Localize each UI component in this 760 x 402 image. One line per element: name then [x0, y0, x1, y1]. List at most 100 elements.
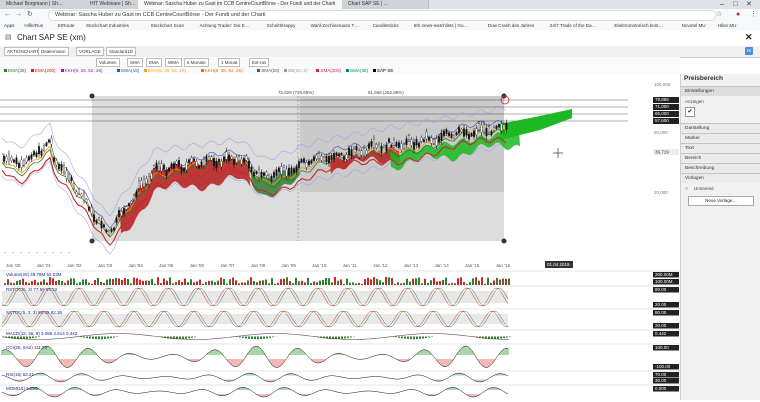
address-input[interactable]: Webinar: Sascha Huber zu Gast im CCB Cen…: [48, 10, 716, 21]
timeframe-button[interactable]: 1 Monat: [218, 58, 240, 67]
timeframe-button[interactable]: Ext-ras: [249, 58, 269, 67]
section-settings[interactable]: Einstellungen: [681, 86, 760, 96]
show-label: Anzeigen: [685, 99, 704, 104]
forward-icon[interactable]: →: [15, 10, 22, 20]
volume-bar: [133, 278, 135, 285]
section-display[interactable]: Darstellung: [681, 123, 760, 133]
indicator-legend[interactable]: KKH(9, 38, 52, 26): [144, 67, 186, 74]
bookmark-item[interactable]: Apps: [4, 21, 14, 30]
section-description[interactable]: Beschreibung: [681, 163, 760, 173]
timeframe-button[interactable]: WMA: [165, 58, 182, 67]
chart-area[interactable]: 72,629 (726.65%)61,558 (292.89%)78,88871…: [0, 74, 680, 400]
section-marker[interactable]: Marker: [681, 133, 760, 143]
timeframe-button[interactable]: EMA: [146, 58, 162, 67]
minimize-icon[interactable]: –: [720, 0, 724, 9]
candle-body: [463, 129, 465, 137]
section-range[interactable]: Bereich: [681, 153, 760, 163]
bookmark-item[interactable]: Achtung Trader: Die E…: [200, 21, 250, 30]
volume-bar: [16, 281, 18, 285]
bookmark-item[interactable]: Hilon MU: [718, 21, 737, 30]
indicator-legend[interactable]: SMA(20): [257, 67, 279, 74]
bookmark-item[interactable]: Stockchart Scan: [151, 21, 184, 30]
volume-bar: [97, 278, 99, 285]
section-templates[interactable]: Vorlagen: [681, 173, 760, 183]
bookmark-item[interactable]: Dow Crash des Jahres: [488, 21, 534, 30]
template-radio-icon[interactable]: ○: [685, 186, 688, 192]
indicator-legend[interactable]: SMA(200): [316, 67, 341, 74]
new-template-button[interactable]: Neue Vorlage…: [688, 196, 754, 206]
indicator-legend[interactable]: BB(20, 2): [284, 67, 307, 74]
indicator-label: SMA(200): [320, 68, 341, 73]
bookmark-item[interactable]: Schnitt/Happy: [267, 21, 296, 30]
close-icon[interactable]: ✕: [745, 31, 753, 43]
volume-bar: [322, 280, 324, 285]
candle-body: [118, 210, 120, 217]
candle-body: [411, 140, 413, 145]
volume-bar: [64, 283, 66, 285]
extension-icon[interactable]: ●: [736, 10, 740, 20]
chart-type-button[interactable]: AKTIONCHART: [4, 47, 42, 56]
candle-body: [93, 215, 95, 222]
template-select[interactable]: Standard1D: [106, 47, 136, 56]
panel-toggle-button[interactable]: Hi: [745, 47, 753, 55]
bookmark-item[interactable]: Stockchart Industries: [86, 21, 129, 30]
browser-tab[interactable]: Michael Borgmann | Sh…: [0, 0, 87, 9]
indicator-legend[interactable]: KKH(9, 38, 52, 26): [201, 67, 243, 74]
candle-body: [381, 146, 383, 153]
volume-bar: [10, 283, 12, 285]
range-annotation: 72,629 (726.65%): [278, 90, 314, 95]
indicator-legend[interactable]: EMA(15): [117, 67, 139, 74]
candle-body: [46, 143, 48, 146]
bookmark-item[interactable]: 24/7 Trade of the Da…: [550, 21, 596, 30]
candle-body: [203, 159, 205, 165]
subpanel-axis-label: 20.00: [655, 323, 667, 328]
show-checkbox[interactable]: ✔: [685, 107, 695, 117]
bookmark-item[interactable]: EIRoute: [58, 21, 75, 30]
close-window-icon[interactable]: ✕: [746, 0, 752, 9]
bookmark-item[interactable]: Elektromotorisch kont…: [614, 21, 663, 30]
candle-body: [506, 123, 508, 129]
price-chart-svg[interactable]: 72,629 (726.65%)61,558 (292.89%)78,88871…: [0, 74, 680, 400]
drawing-tool-icon: ▪: [20, 250, 22, 255]
indicator-legend[interactable]: SMA(38): [346, 67, 368, 74]
macd-histogram-bar: [419, 337, 421, 339]
template-label-button[interactable]: VORLAGE: [76, 47, 104, 56]
bookmark-item[interactable]: Hilfe/Run: [24, 21, 43, 30]
candle-body: [451, 134, 453, 138]
browser-tab[interactable]: Chart SAP SE | …: [342, 0, 429, 9]
volume-bar: [436, 281, 438, 285]
candle-body: [266, 172, 268, 175]
timeframe-button[interactable]: Volumen: [96, 58, 120, 67]
bookmark-item[interactable]: Novotel MU: [682, 21, 706, 30]
candle-body: [66, 171, 68, 179]
candle-body: [423, 140, 425, 142]
browser-tab[interactable]: HIT Webinare | Sh…: [84, 0, 141, 9]
volume-bar: [139, 280, 141, 285]
timeframe-button[interactable]: SMA: [127, 58, 143, 67]
maximize-icon[interactable]: □: [733, 0, 737, 9]
browser-tab-active[interactable]: Webinar: Sascha Huber zu Gast im CCB Cen…: [138, 0, 345, 9]
candle-body: [331, 155, 333, 160]
timeframe-button[interactable]: 6 Monate: [184, 58, 209, 67]
dealer-select[interactable]: Dealermann: [38, 47, 69, 56]
back-icon[interactable]: ←: [4, 10, 11, 20]
candle-body: [136, 192, 138, 197]
candle-body: [113, 228, 115, 231]
candle-body: [81, 194, 83, 197]
star-icon[interactable]: ☆: [716, 10, 722, 20]
volume-bar: [127, 279, 129, 285]
candle-body: [333, 153, 335, 159]
drawing-tool-icon: ▪: [44, 250, 46, 255]
drawing-tool-icon: ▪: [52, 250, 54, 255]
volume-bar: [250, 277, 252, 285]
indicator-legend[interactable]: SAP SE: [373, 67, 394, 74]
candle-body: [83, 193, 85, 200]
candle-body: [61, 164, 63, 170]
section-text[interactable]: Text: [681, 143, 760, 153]
bookmark-item[interactable]: 6th news-watchlists | Gu…: [414, 21, 468, 30]
menu-icon[interactable]: ⋮: [750, 10, 757, 20]
bookmark-item[interactable]: Candlesticks: [373, 21, 399, 30]
reload-icon[interactable]: ↻: [27, 10, 33, 20]
bookmark-item[interactable]: Wahl-Zechinenauto T…: [311, 21, 359, 30]
volume-bar: [451, 283, 453, 285]
